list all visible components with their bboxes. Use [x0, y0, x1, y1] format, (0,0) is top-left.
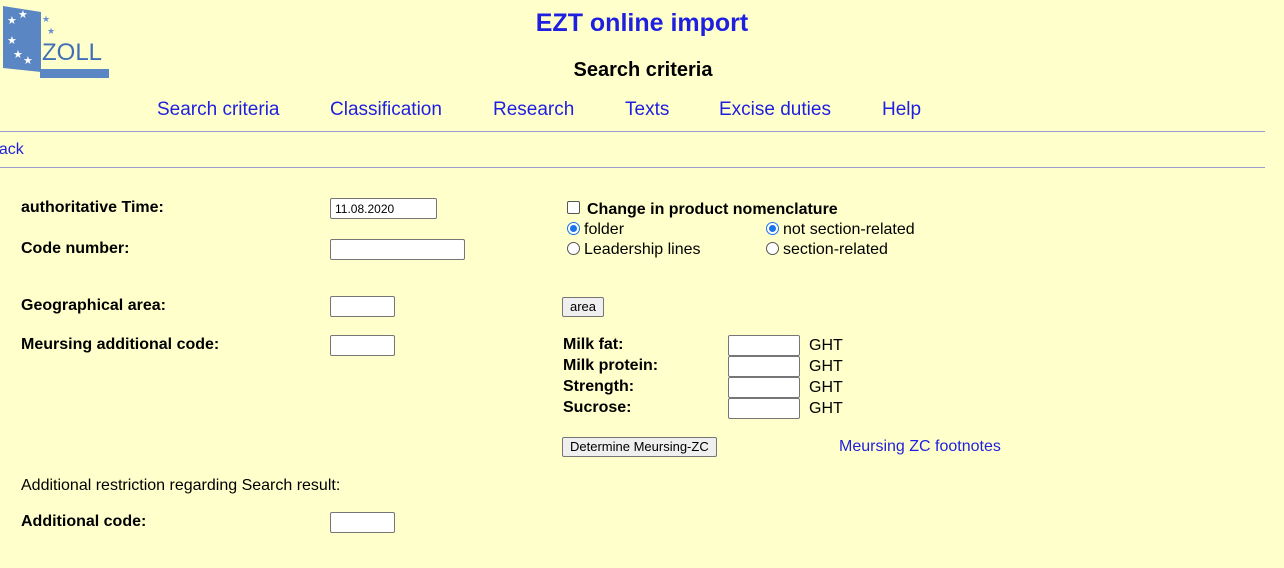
nav-search-criteria[interactable]: Search criteria: [157, 99, 280, 121]
strength-label: Strength:: [563, 378, 635, 395]
determine-meursing-button[interactable]: Determine Meursing-ZC: [562, 437, 717, 457]
back-link[interactable]: back: [0, 140, 24, 159]
additional-code-label: Additional code:: [21, 513, 147, 530]
sucrose-input[interactable]: [728, 398, 800, 419]
meursing-code-label: Meursing additional code:: [21, 336, 220, 353]
geographical-area-input[interactable]: [330, 296, 395, 317]
radio-folder-label: folder: [584, 221, 625, 238]
divider-bottom: [0, 167, 1265, 168]
milk-protein-input[interactable]: [728, 356, 800, 377]
nomenclature-checkbox-label: Change in product nomenclature: [587, 201, 838, 218]
restriction-text: Additional restriction regarding Search …: [21, 477, 341, 494]
sucrose-unit: GHT: [809, 400, 843, 417]
nav-texts[interactable]: Texts: [625, 99, 669, 121]
milk-fat-input[interactable]: [728, 335, 800, 356]
radio-leadership-lines-label: Leadership lines: [584, 241, 701, 258]
radio-section-related[interactable]: [766, 242, 779, 255]
additional-code-input[interactable]: [330, 512, 395, 533]
page: ★ ★ ★ ★ ★ ★ ★ ZOLL EZT online import Sea…: [0, 0, 1284, 568]
page-title: Search criteria: [573, 59, 713, 81]
code-number-input[interactable]: [330, 239, 465, 260]
radio-leadership-lines[interactable]: [567, 242, 580, 255]
strength-unit: GHT: [809, 379, 843, 396]
app-title: EZT online import: [535, 9, 749, 37]
milk-fat-label: Milk fat:: [563, 336, 624, 353]
meursing-code-input[interactable]: [330, 335, 395, 356]
geographical-area-label: Geographical area:: [21, 297, 166, 314]
nav-research[interactable]: Research: [493, 99, 574, 121]
code-number-label: Code number:: [21, 240, 130, 257]
nav-classification[interactable]: Classification: [330, 99, 442, 121]
meursing-footnotes-link[interactable]: Meursing ZC footnotes: [839, 437, 1001, 456]
milk-protein-label: Milk protein:: [563, 357, 659, 374]
strength-input[interactable]: [728, 377, 800, 398]
milk-fat-unit: GHT: [809, 337, 843, 354]
sucrose-label: Sucrose:: [563, 399, 632, 416]
radio-not-section-related-label: not section-related: [783, 221, 915, 238]
nav-help[interactable]: Help: [882, 99, 921, 121]
nav-excise-duties[interactable]: Excise duties: [719, 99, 831, 121]
radio-folder[interactable]: [567, 222, 580, 235]
authoritative-time-input[interactable]: [330, 198, 437, 219]
radio-not-section-related[interactable]: [766, 222, 779, 235]
divider-top: [0, 131, 1265, 132]
authoritative-time-label: authoritative Time:: [21, 199, 164, 216]
radio-section-related-label: section-related: [783, 241, 888, 258]
nomenclature-checkbox[interactable]: [567, 201, 580, 214]
area-button[interactable]: area: [562, 297, 605, 317]
milk-protein-unit: GHT: [809, 358, 843, 375]
